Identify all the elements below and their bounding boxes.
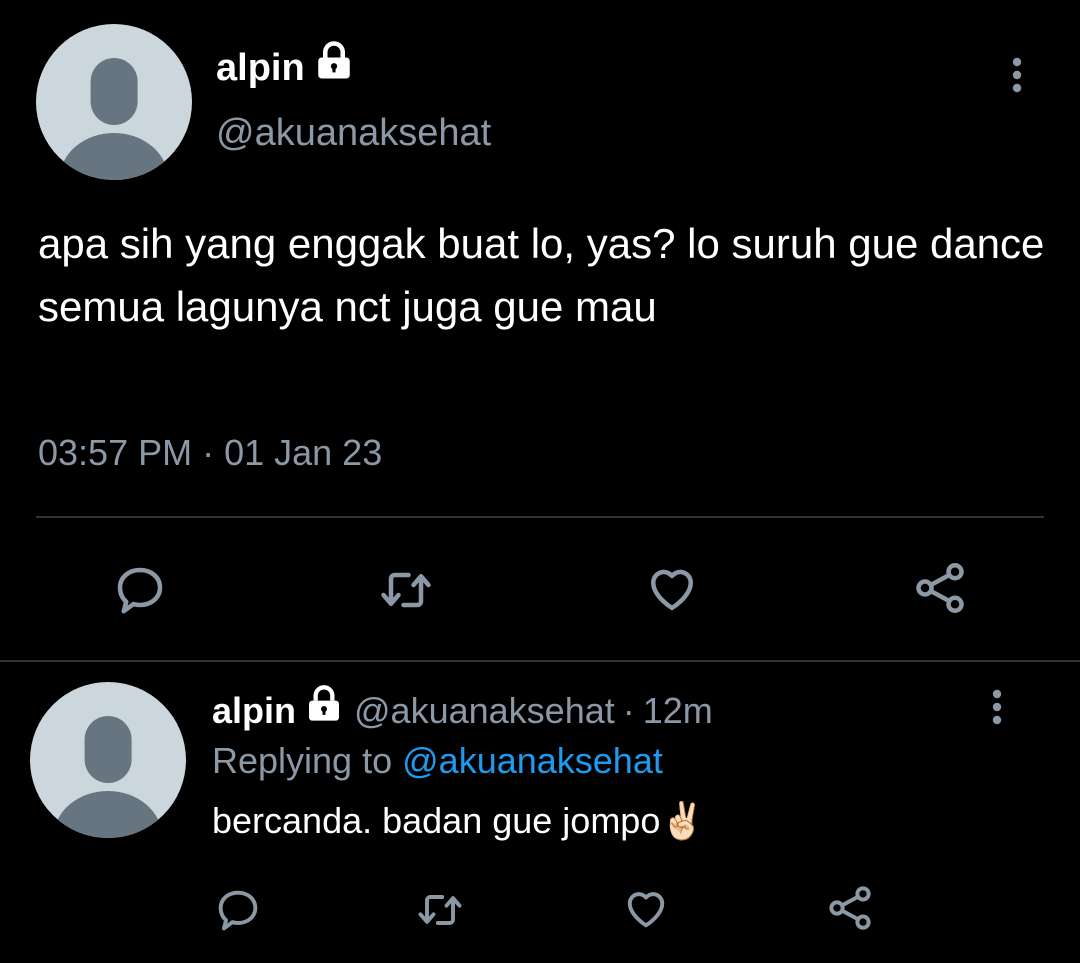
display-name[interactable]: alpin xyxy=(216,47,305,90)
reply-button[interactable] xyxy=(210,884,266,940)
like-button[interactable] xyxy=(640,558,704,622)
avatar-body-shape xyxy=(59,133,169,180)
tweet-timestamp[interactable]: 03:57 PM · 01 Jan 23 xyxy=(38,432,382,474)
reply-avatar[interactable] xyxy=(30,682,186,838)
share-button[interactable] xyxy=(908,558,972,622)
retweet-button[interactable] xyxy=(410,884,470,940)
author-name-row: alpin xyxy=(216,41,355,92)
section-divider xyxy=(0,660,1080,662)
reply-time[interactable]: 12m xyxy=(643,690,713,732)
more-vertical-icon[interactable] xyxy=(1002,56,1032,101)
share-icon xyxy=(910,558,970,623)
reply-handle[interactable]: @akuanaksehat xyxy=(354,690,615,732)
lock-icon xyxy=(313,40,355,92)
share-button[interactable] xyxy=(822,882,878,938)
retweet-icon xyxy=(412,884,468,941)
replying-to-row: Replying to @akuanaksehat xyxy=(212,740,663,782)
reply-button[interactable] xyxy=(108,560,172,624)
separator-dot: · xyxy=(622,689,635,731)
reply-text-body: bercanda. badan gue jompo xyxy=(212,800,661,841)
heart-icon xyxy=(642,558,702,623)
avatar-head-shape xyxy=(90,58,138,126)
reply-display-name[interactable]: alpin xyxy=(212,690,296,732)
avatar-body-shape xyxy=(53,791,163,838)
replying-to-link[interactable]: @akuanaksehat xyxy=(402,740,663,781)
retweet-icon xyxy=(374,560,438,625)
tweet-text: apa sih yang enggak buat lo, yas? lo sur… xyxy=(38,220,1045,330)
divider xyxy=(36,516,1044,518)
replying-to-label: Replying to xyxy=(212,740,393,781)
reply-icon xyxy=(212,884,264,941)
author-handle[interactable]: @akuanaksehat xyxy=(216,112,491,155)
share-icon xyxy=(824,882,876,939)
reply-icon xyxy=(110,560,170,625)
like-button[interactable] xyxy=(618,882,674,938)
avatar[interactable] xyxy=(36,24,192,180)
more-vertical-icon[interactable] xyxy=(982,688,1012,733)
lock-icon xyxy=(304,684,344,733)
reply-tweet-text: bercanda. badan gue jompo✌🏻 xyxy=(212,800,705,842)
victory-hand-emoji: ✌🏻 xyxy=(660,800,706,841)
heart-icon xyxy=(620,882,672,939)
avatar-head-shape xyxy=(84,716,132,784)
reply-author-row: alpin @akuanaksehat · 12m xyxy=(212,685,713,733)
retweet-button[interactable] xyxy=(372,560,440,624)
